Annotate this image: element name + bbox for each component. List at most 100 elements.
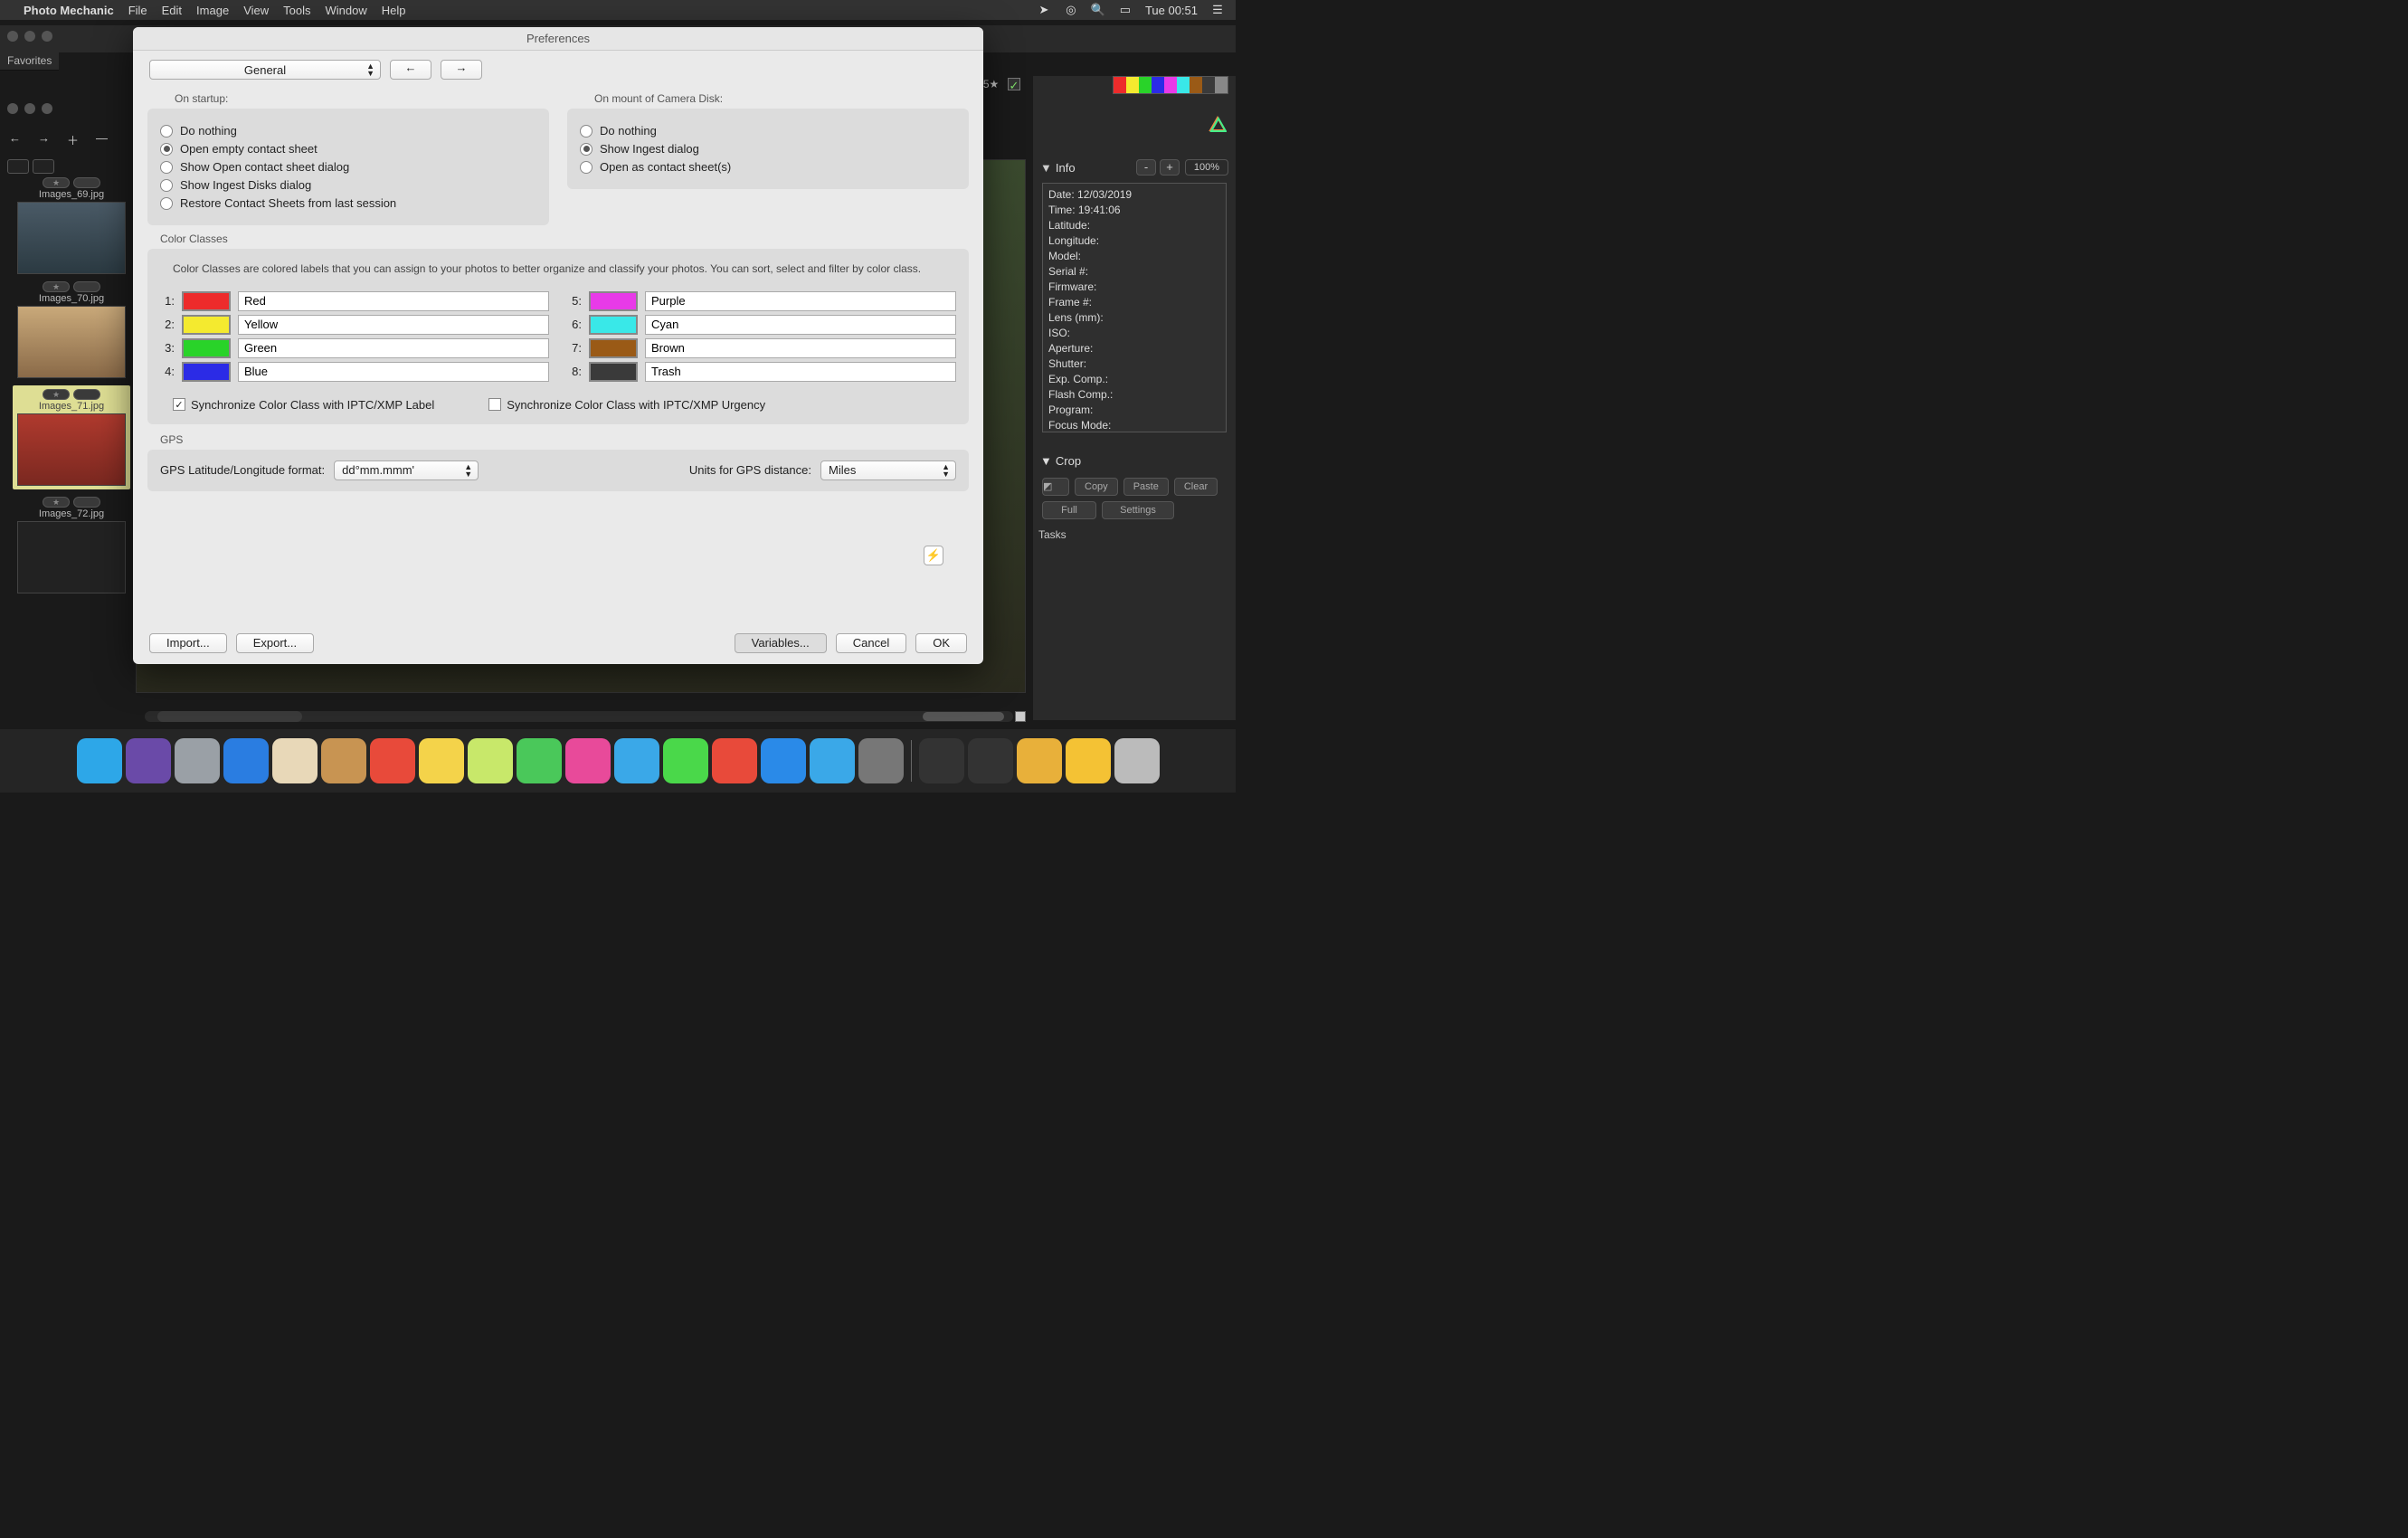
dock-item[interactable] [1017,738,1062,783]
colorclass-name-input[interactable] [238,338,549,358]
color-filter-swatch[interactable] [1202,77,1215,93]
dock-item[interactable] [858,738,904,783]
dock-item[interactable] [1066,738,1111,783]
startup-option[interactable]: Show Ingest Disks dialog [160,178,536,192]
app-name[interactable]: Photo Mechanic [24,4,114,17]
menu-view[interactable]: View [243,4,269,17]
dock-item[interactable] [272,738,318,783]
menu-help[interactable]: Help [382,4,406,17]
cursor-icon[interactable]: ➤ [1037,3,1051,17]
export-button[interactable]: Export... [236,633,314,653]
colorclass-swatch[interactable] [589,362,638,382]
crop-settings-button[interactable]: Settings [1102,501,1174,519]
dock-item[interactable] [919,738,964,783]
thumbnail-item[interactable]: ★Images_70.jpg [13,281,130,378]
colorclass-swatch[interactable] [182,338,231,358]
disclosure-triangle-icon[interactable]: ▼ [1040,161,1052,175]
menu-tools[interactable]: Tools [283,4,310,17]
filter-tag-checkbox[interactable]: ✓ [1008,78,1020,90]
dock-item[interactable] [126,738,171,783]
colorclass-swatch[interactable] [589,291,638,311]
dock-item[interactable] [175,738,220,783]
thumbnail-item[interactable]: ★Images_69.jpg [13,177,130,274]
color-filter-swatch[interactable] [1152,77,1164,93]
color-filter-swatch[interactable] [1164,77,1177,93]
disclosure-triangle-icon[interactable]: ▼ [1040,454,1052,468]
preferences-category-select[interactable]: General▲▼ [149,60,381,80]
colorclass-name-input[interactable] [238,362,549,382]
startup-option[interactable]: Restore Contact Sheets from last session [160,196,536,210]
dock-item[interactable] [517,738,562,783]
zoom-in-button[interactable]: + [1160,159,1180,176]
clock[interactable]: Tue 00:51 [1145,4,1198,17]
thumbnail-item[interactable]: ★Images_72.jpg [13,497,130,593]
thumbnail-item[interactable]: ★Images_71.jpg [13,385,130,489]
color-filter-swatch[interactable] [1126,77,1139,93]
dock-item[interactable] [712,738,757,783]
dock-item[interactable] [321,738,366,783]
color-filter-swatch[interactable] [1114,77,1126,93]
power-icon[interactable]: ◎ [1064,3,1078,17]
dock-item[interactable] [565,738,611,783]
menu-window[interactable]: Window [326,4,367,17]
dock-item[interactable] [468,738,513,783]
thumbnail-size-slider[interactable] [157,711,302,722]
colorclass-name-input[interactable] [645,338,956,358]
colorclass-name-input[interactable] [238,291,549,311]
color-filter-swatch[interactable] [1139,77,1152,93]
crop-tool-icon[interactable]: ◩ [1042,478,1069,496]
gps-format-select[interactable]: dd°mm.mmm'▲▼ [334,460,479,480]
view-list-icon[interactable] [33,159,54,174]
zoom-value[interactable]: 100% [1185,159,1228,176]
sync-label-checkbox[interactable]: ✓Synchronize Color Class with IPTC/XMP L… [173,398,434,412]
startup-option[interactable]: Show Open contact sheet dialog [160,160,536,174]
dock-item[interactable] [614,738,659,783]
gps-units-select[interactable]: Miles▲▼ [820,460,956,480]
dock-item[interactable] [968,738,1013,783]
dock-item[interactable] [223,738,269,783]
crop-paste-button[interactable]: Paste [1123,478,1169,496]
dock-item[interactable] [663,738,708,783]
variables-button[interactable]: Variables... [735,633,827,653]
colorclass-swatch[interactable] [589,315,638,335]
favorites-traffic-lights[interactable] [7,31,52,42]
dock-item[interactable] [761,738,806,783]
remove-icon[interactable]: — [96,131,116,151]
lightning-button[interactable]: ⚡ [924,546,943,565]
colorclass-name-input[interactable] [645,291,956,311]
resize-handle[interactable] [1015,711,1026,722]
startup-option[interactable]: Open empty contact sheet [160,142,536,156]
browser-traffic-lights[interactable] [7,103,52,114]
forward-icon[interactable]: → [38,131,58,151]
dock-item[interactable] [370,738,415,783]
spotlight-icon[interactable]: 🔍 [1091,3,1105,17]
color-filter-swatch[interactable] [1215,77,1228,93]
colorclass-name-input[interactable] [645,362,956,382]
menu-image[interactable]: Image [196,4,229,17]
display-icon[interactable]: ▭ [1118,3,1133,17]
add-icon[interactable]: ＋ [67,131,87,151]
mount-option[interactable]: Do nothing [580,124,956,138]
cancel-button[interactable]: Cancel [836,633,906,653]
menu-edit[interactable]: Edit [162,4,182,17]
menu-extras-icon[interactable]: ☰ [1210,3,1225,17]
dock-item[interactable] [77,738,122,783]
startup-option[interactable]: Do nothing [160,124,536,138]
dock-item[interactable] [1114,738,1160,783]
colorclass-swatch[interactable] [182,315,231,335]
view-grid-icon[interactable] [7,159,29,174]
back-icon[interactable]: ← [9,131,29,151]
ok-button[interactable]: OK [915,633,967,653]
colorclass-swatch[interactable] [589,338,638,358]
colorclass-swatch[interactable] [182,362,231,382]
sync-urgency-checkbox[interactable]: Synchronize Color Class with IPTC/XMP Ur… [488,398,765,412]
crop-full-button[interactable]: Full [1042,501,1096,519]
dock-item[interactable] [810,738,855,783]
crop-copy-button[interactable]: Copy [1075,478,1118,496]
zoom-out-button[interactable]: - [1136,159,1156,176]
colorclass-name-input[interactable] [238,315,549,335]
prev-category-button[interactable]: ← [390,60,431,80]
color-filter-swatch[interactable] [1190,77,1202,93]
next-category-button[interactable]: → [441,60,482,80]
mount-option[interactable]: Open as contact sheet(s) [580,160,956,174]
